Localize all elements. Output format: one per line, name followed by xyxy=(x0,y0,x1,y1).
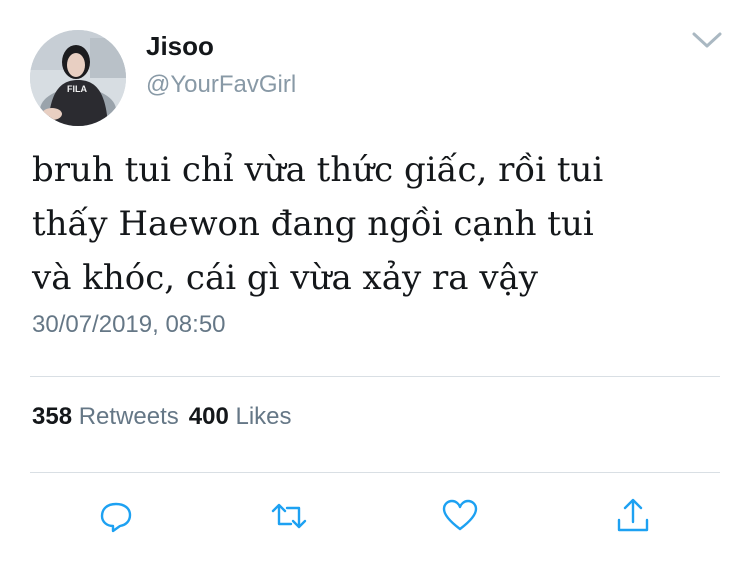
retweets-count: 358 xyxy=(32,403,73,430)
retweet-icon xyxy=(271,503,307,529)
avatar[interactable]: FILA xyxy=(30,30,126,126)
display-name[interactable]: Jisoo xyxy=(146,30,214,62)
user-handle[interactable]: @YourFavGirl xyxy=(146,70,296,100)
reply-icon xyxy=(100,502,132,533)
reply-button[interactable] xyxy=(96,496,136,536)
likes-stat[interactable]: 400 Likes xyxy=(189,403,292,430)
tweet-timestamp[interactable]: 30/07/2019, 08:50 xyxy=(32,307,226,343)
tweet-card: FILA Jisoo @YourFavGirl bruh tui chỉ vừa… xyxy=(0,0,750,563)
likes-count: 400 xyxy=(188,403,229,430)
divider xyxy=(30,376,720,377)
heart-icon xyxy=(442,499,478,531)
chevron-down-icon[interactable] xyxy=(690,28,724,52)
like-button[interactable] xyxy=(440,496,480,536)
avatar-photo: FILA xyxy=(30,30,126,126)
retweets-label: Retweets xyxy=(78,403,179,430)
share-button[interactable] xyxy=(613,496,653,536)
tweet-text: bruh tui chỉ vừa thức giấc, rồi tui thấy… xyxy=(32,150,604,298)
divider xyxy=(30,472,720,473)
retweets-stat[interactable]: 358 Retweets xyxy=(32,403,179,430)
share-icon xyxy=(617,498,649,532)
avatar-shirt-text: FILA xyxy=(67,84,87,94)
likes-label: Likes xyxy=(235,403,292,430)
retweet-button[interactable] xyxy=(269,496,309,536)
tweet-stats: 358 Retweets 400 Likes xyxy=(32,401,292,433)
